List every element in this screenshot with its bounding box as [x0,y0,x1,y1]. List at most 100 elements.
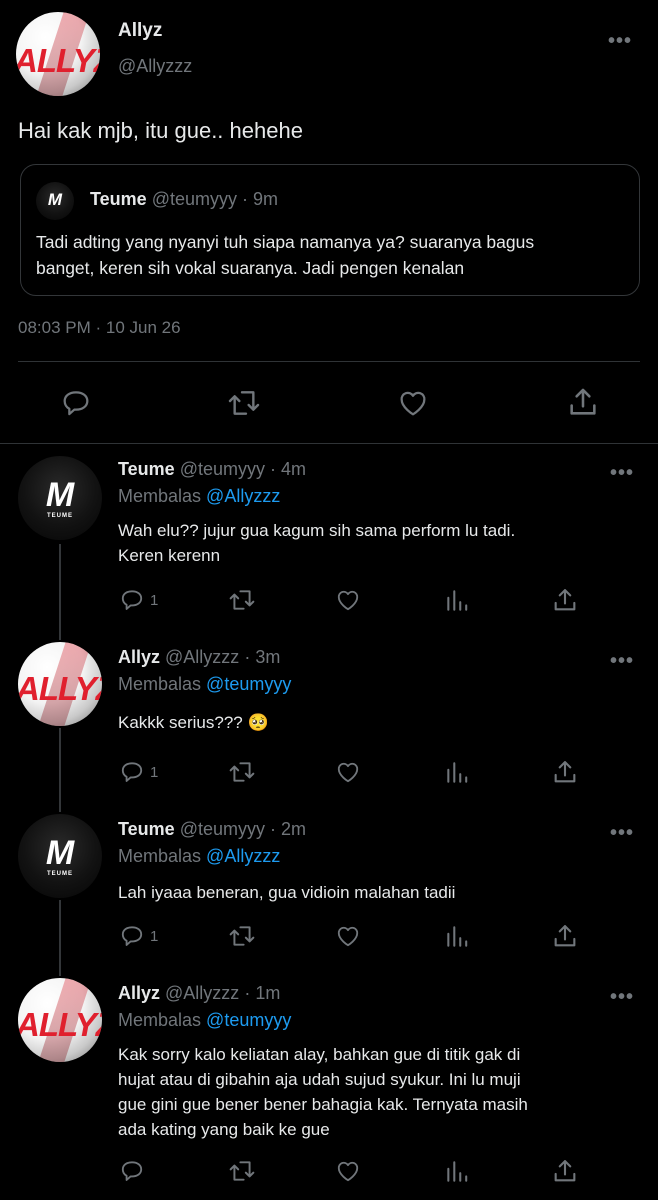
tweet-text: Hai kak mjb, itu gue.. hehehe [18,118,303,143]
replying-to-link[interactable]: @Allyzzz [206,846,280,866]
thread-line [59,900,61,976]
heart-icon[interactable] [334,759,362,785]
more-icon[interactable]: ••• [610,650,634,673]
author-name[interactable]: Teume [118,459,175,479]
avatar[interactable]: ALLYZ [18,642,102,726]
reply-time[interactable]: · 4m [270,459,306,479]
share-icon[interactable] [551,586,579,614]
reply-header: Allyz @Allyzzz · 3m [118,647,280,668]
reply-text-line: ada kating yang baik ke gue [118,1120,330,1139]
reply-icon[interactable] [118,759,146,785]
quoted-author-name: Teume [90,189,147,209]
heart-icon[interactable] [334,923,362,949]
heart-icon[interactable] [334,587,362,613]
reply-count: 1 [150,928,159,945]
share-icon[interactable] [551,922,579,950]
timestamp: 08:03 PM · 10 Jun 26 [18,318,181,337]
reply-time[interactable]: · 3m [244,647,280,667]
avatar-logo: M [45,834,75,872]
reply-text-line: Kakkk serius??? 🥺 [118,713,269,732]
quoted-text-line: banget, keren sih vokal suaranya. Jadi p… [36,258,465,278]
avatar[interactable]: ALLYZ [16,12,100,96]
replying-to-link[interactable]: @Allyzzz [206,486,280,506]
avatar-label: TEUME [47,513,73,519]
views-icon[interactable] [444,759,470,785]
reply-text: Wah elu?? jujur gua kagum sih sama perfo… [118,518,638,568]
heart-icon[interactable] [396,387,430,419]
views-icon[interactable] [444,587,470,613]
heart-icon[interactable] [334,1158,362,1184]
reply-icon[interactable] [60,387,92,419]
reply-icon[interactable] [118,1158,146,1184]
more-icon[interactable]: ••• [608,30,632,53]
replying-to: Membalas @teumyyy [118,1010,291,1031]
replying-prefix: Membalas [118,846,202,866]
replying-prefix: Membalas [118,1010,202,1030]
reply-text-line: Kak sorry kalo keliatan alay, bahkan gue… [118,1045,521,1064]
divider [0,443,658,444]
replying-to-link[interactable]: @teumyyy [206,674,291,694]
reply-text: Kak sorry kalo keliatan alay, bahkan gue… [118,1042,648,1142]
author-name[interactable]: Allyz [118,983,160,1003]
share-icon[interactable] [566,385,600,419]
quoted-text: Tadi adting yang nyanyi tuh siapa namany… [36,229,636,281]
quoted-avatar-logo: M [47,190,63,209]
avatar-logo-text: ALLYZ [16,42,100,79]
reply-text-line: gue gini gue bener bener bahagia kak. Te… [118,1095,528,1114]
replying-to: Membalas @Allyzzz [118,846,280,867]
reply-time[interactable]: · 1m [244,983,280,1003]
share-icon[interactable] [551,758,579,786]
avatar-label: TEUME [47,871,73,877]
views-icon[interactable] [444,923,470,949]
more-icon[interactable]: ••• [610,986,634,1009]
author-name[interactable]: Teume [118,819,175,839]
more-icon[interactable]: ••• [610,822,634,845]
quoted-time: · 9m [242,189,279,209]
reply-text-line: Keren kerenn [118,546,221,565]
avatar[interactable]: M TEUME [18,456,102,540]
more-icon[interactable]: ••• [610,462,634,485]
replying-to-link[interactable]: @teumyyy [206,1010,291,1030]
reply-header: Allyz @Allyzzz · 1m [118,983,280,1004]
quoted-header: Teume @teumyyy · 9m [90,189,278,210]
author-handle[interactable]: @Allyzzz [118,56,192,77]
retweet-icon[interactable] [227,923,257,949]
reply-text: Lah iyaaa beneran, gua vidioin malahan t… [118,880,638,905]
reply-icon[interactable] [118,587,146,613]
replying-to: Membalas @Allyzzz [118,486,280,507]
replying-prefix: Membalas [118,674,202,694]
reply-count: 1 [150,764,159,781]
share-icon[interactable] [551,1157,579,1185]
author-handle[interactable]: @teumyyy [180,819,265,839]
avatar-logo: M [45,476,75,514]
reply-text-line: Lah iyaaa beneran, gua vidioin malahan t… [118,883,456,902]
retweet-icon[interactable] [227,1158,257,1184]
replying-to: Membalas @teumyyy [118,674,291,695]
quoted-author-handle: @teumyyy [151,189,237,209]
author-handle[interactable]: @teumyyy [180,459,265,479]
retweet-icon[interactable] [227,587,257,613]
avatar[interactable]: ALLYZ [18,978,102,1062]
thread-line [59,544,61,640]
reply-count: 1 [150,592,159,609]
reply-text-line: hujat atau di gibahin aja udah sujud syu… [118,1070,521,1089]
thread-line [59,728,61,812]
retweet-icon[interactable] [226,387,262,419]
views-icon[interactable] [444,1158,470,1184]
reply-time[interactable]: · 2m [270,819,306,839]
author-handle[interactable]: @Allyzzz [165,647,239,667]
reply-header: Teume @teumyyy · 4m [118,459,306,480]
avatar-logo-text: ALLYZ [18,1006,102,1043]
quoted-avatar: M [36,182,74,220]
author-handle[interactable]: @Allyzzz [165,983,239,1003]
quoted-text-line: Tadi adting yang nyanyi tuh siapa namany… [36,232,535,252]
replying-prefix: Membalas [118,486,202,506]
author-name[interactable]: Allyz [118,20,162,42]
reply-icon[interactable] [118,923,146,949]
avatar-logo-text: ALLYZ [18,670,102,707]
reply-text-line: Wah elu?? jujur gua kagum sih sama perfo… [118,521,516,540]
avatar[interactable]: M TEUME [18,814,102,898]
divider [18,361,640,362]
author-name[interactable]: Allyz [118,647,160,667]
retweet-icon[interactable] [227,759,257,785]
